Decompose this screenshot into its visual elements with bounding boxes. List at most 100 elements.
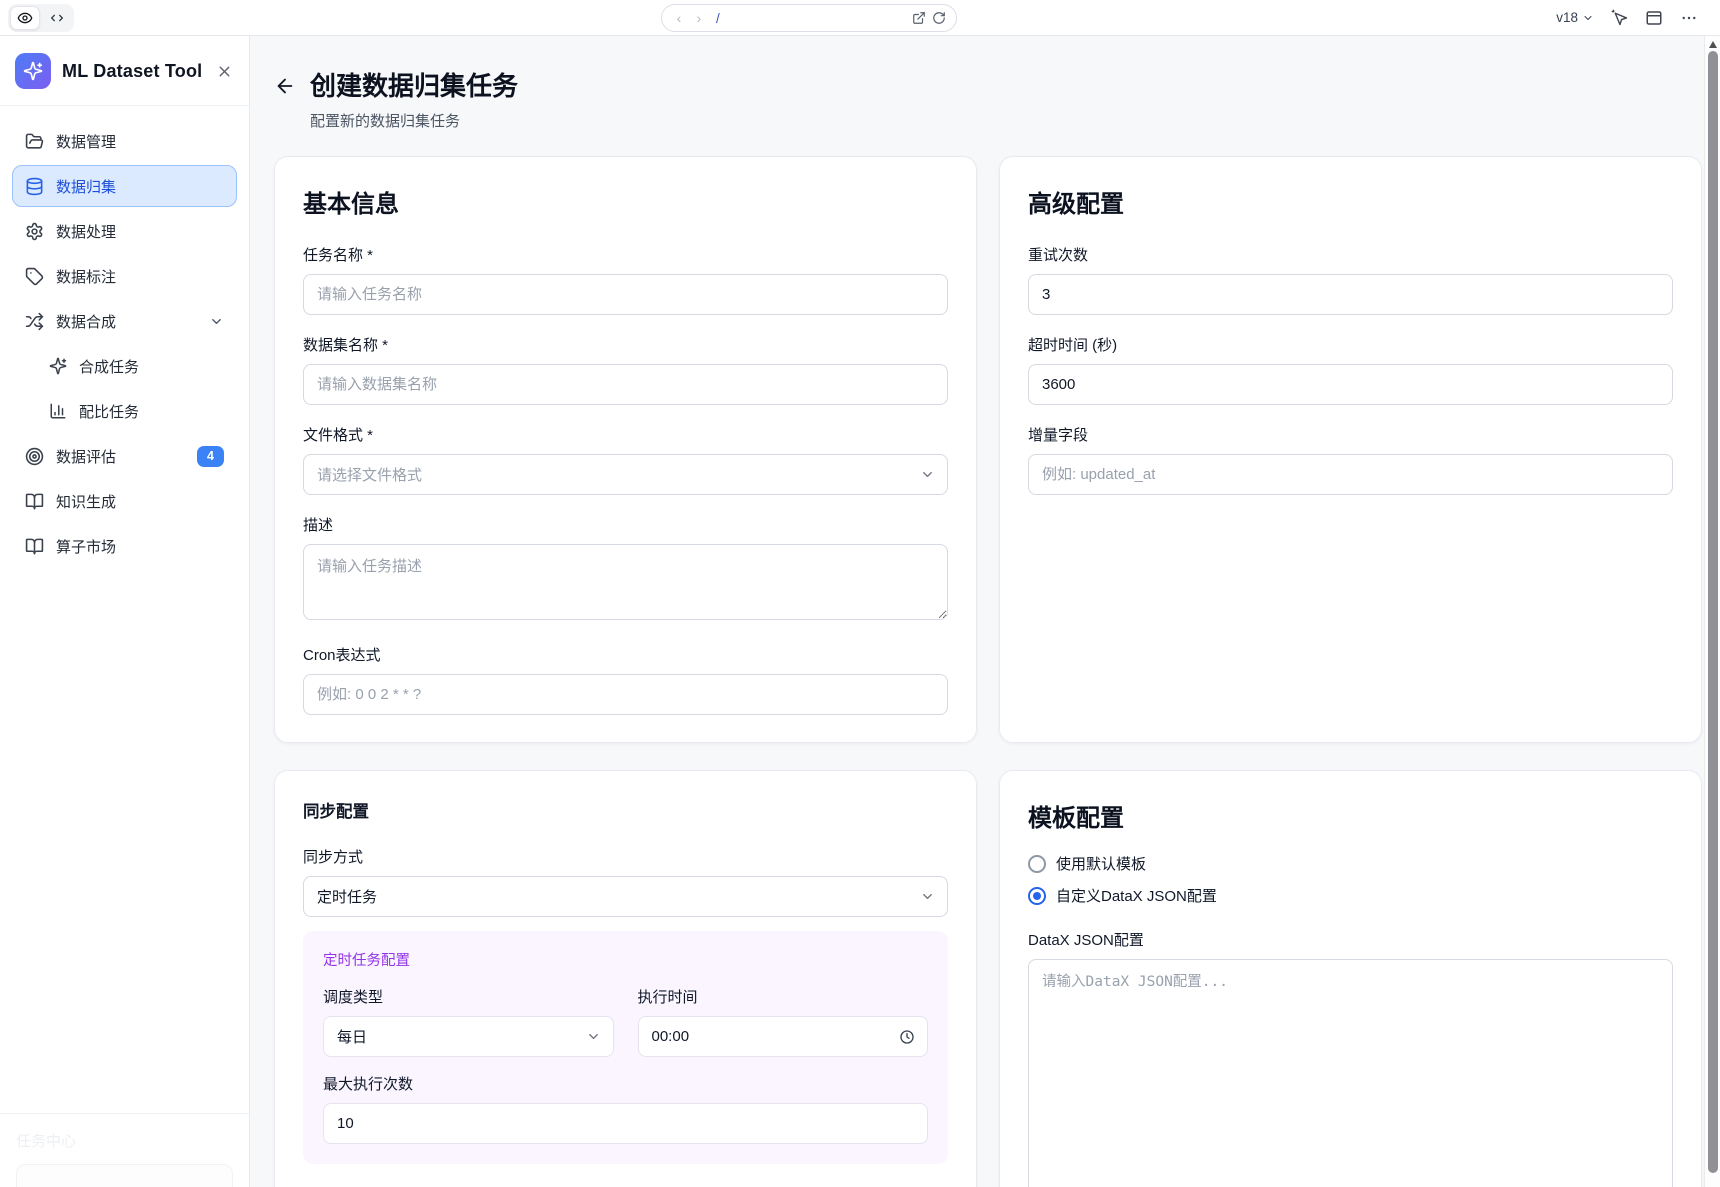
folder-open-icon xyxy=(25,132,44,151)
exec-time-input[interactable]: 00:00 xyxy=(638,1016,929,1057)
radio-default-template-label: 使用默认模板 xyxy=(1056,853,1146,874)
chevron-down-icon xyxy=(1582,12,1594,24)
sidebar-item-knowledge-generation[interactable]: 知识生成 xyxy=(12,480,237,522)
sidebar-header: ML Dataset Tool xyxy=(0,36,249,106)
nav-forward-icon[interactable]: › xyxy=(692,11,706,25)
sidebar-item-data-evaluation[interactable]: 数据评估 4 xyxy=(12,435,237,477)
chevron-down-icon xyxy=(920,889,935,904)
code-view-button[interactable] xyxy=(42,6,72,30)
file-format-label: 文件格式 * xyxy=(303,424,948,445)
datax-json-field: DataX JSON配置 xyxy=(1028,929,1673,1187)
cron-input[interactable] xyxy=(303,674,948,715)
retry-count-input[interactable] xyxy=(1028,274,1673,315)
task-name-input[interactable] xyxy=(303,274,948,315)
timeout-input[interactable] xyxy=(1028,364,1673,405)
sidebar-footer: 任务中心 xyxy=(0,1113,249,1187)
browser-window-icon[interactable] xyxy=(1645,9,1663,27)
sidebar-item-label: 算子市场 xyxy=(56,536,116,557)
back-button[interactable] xyxy=(274,75,296,97)
incremental-field-label: 增量字段 xyxy=(1028,424,1673,445)
form-cards-grid: 基本信息 任务名称 * 数据集名称 * 文件格式 * 请选择文件格式 xyxy=(274,156,1702,1187)
book-icon xyxy=(25,492,44,511)
sidebar-item-label: 数据评估 xyxy=(56,446,116,467)
sidebar: ML Dataset Tool 数据管理 数据归集 xyxy=(0,36,250,1187)
browser-toolbar: ‹ › / v18 xyxy=(0,0,1720,36)
description-textarea[interactable] xyxy=(303,544,948,620)
tag-icon xyxy=(25,267,44,286)
file-format-select[interactable]: 请选择文件格式 xyxy=(303,454,948,495)
nav-back-icon[interactable]: ‹ xyxy=(672,11,686,25)
scrollbar-thumb[interactable] xyxy=(1708,51,1718,1173)
more-menu-icon[interactable] xyxy=(1680,9,1698,27)
bar-chart-icon xyxy=(49,402,67,420)
description-label: 描述 xyxy=(303,514,948,535)
incremental-field-input[interactable] xyxy=(1028,454,1673,495)
page-scrollbar[interactable] xyxy=(1704,36,1720,1187)
target-icon xyxy=(25,447,44,466)
sparkles-icon xyxy=(23,61,43,81)
timeout-label: 超时时间 (秒) xyxy=(1028,334,1673,355)
sidebar-close-button[interactable] xyxy=(216,63,233,80)
sidebar-item-ratio-tasks[interactable]: 配比任务 xyxy=(12,390,237,432)
sidebar-item-label: 数据归集 xyxy=(56,176,116,197)
sidebar-item-synthesis-tasks[interactable]: 合成任务 xyxy=(12,345,237,387)
gear-icon xyxy=(25,222,44,241)
schedule-type-select-value: 每日 xyxy=(337,1026,586,1047)
max-runs-field: 最大执行次数 xyxy=(323,1073,928,1144)
radio-custom-datax[interactable]: 自定义DataX JSON配置 xyxy=(1028,885,1673,906)
template-config-card: 模板配置 使用默认模板 自定义DataX JSON配置 DataX JSON配置 xyxy=(999,770,1702,1187)
cron-label: Cron表达式 xyxy=(303,644,948,665)
version-selector[interactable]: v18 xyxy=(1556,10,1594,25)
datax-json-textarea[interactable] xyxy=(1028,959,1673,1187)
advanced-config-card: 高级配置 重试次数 超时时间 (秒) 增量字段 xyxy=(999,156,1702,743)
schedule-type-field: 调度类型 每日 xyxy=(323,986,614,1057)
preview-eye-button[interactable] xyxy=(10,6,40,30)
sidebar-item-data-management[interactable]: 数据管理 xyxy=(12,120,237,162)
cron-field: Cron表达式 xyxy=(303,644,948,715)
task-name-label: 任务名称 * xyxy=(303,244,948,265)
sidebar-item-label: 合成任务 xyxy=(79,356,139,377)
book-icon xyxy=(25,537,44,556)
template-config-title: 模板配置 xyxy=(1028,798,1673,833)
version-label: v18 xyxy=(1556,10,1578,25)
scheduled-task-grid: 调度类型 每日 执行时间 00:00 xyxy=(323,986,928,1057)
sidebar-item-data-synthesis[interactable]: 数据合成 xyxy=(12,300,237,342)
sync-mode-select[interactable]: 定时任务 xyxy=(303,876,948,917)
sidebar-item-label: 数据合成 xyxy=(56,311,116,332)
exec-time-label: 执行时间 xyxy=(638,986,929,1007)
clock-icon xyxy=(899,1029,915,1045)
retry-count-field: 重试次数 xyxy=(1028,244,1673,315)
scheduled-task-panel-title: 定时任务配置 xyxy=(323,949,928,970)
datax-json-label: DataX JSON配置 xyxy=(1028,929,1673,950)
task-center-box xyxy=(16,1164,233,1187)
radio-default-template[interactable]: 使用默认模板 xyxy=(1028,853,1673,874)
app-logo xyxy=(15,53,51,89)
url-bar[interactable]: ‹ › / xyxy=(661,4,957,32)
task-name-field: 任务名称 * xyxy=(303,244,948,315)
file-format-select-value: 请选择文件格式 xyxy=(317,464,920,485)
schedule-type-select[interactable]: 每日 xyxy=(323,1016,614,1057)
sync-mode-field: 同步方式 定时任务 xyxy=(303,846,948,917)
basic-info-card: 基本信息 任务名称 * 数据集名称 * 文件格式 * 请选择文件格式 xyxy=(274,156,977,743)
sidebar-item-label: 数据处理 xyxy=(56,221,116,242)
app-title: ML Dataset Tool xyxy=(62,61,202,82)
max-runs-input[interactable] xyxy=(323,1103,928,1144)
dataset-name-label: 数据集名称 * xyxy=(303,334,948,355)
page-header: 创建数据归集任务 配置新的数据归集任务 xyxy=(274,66,1702,131)
refresh-icon[interactable] xyxy=(932,11,946,25)
arrow-left-icon xyxy=(274,75,296,97)
pointer-select-icon[interactable] xyxy=(1611,9,1628,26)
sidebar-item-data-collection[interactable]: 数据归集 xyxy=(12,165,237,207)
file-format-field: 文件格式 * 请选择文件格式 xyxy=(303,424,948,495)
code-icon xyxy=(49,10,65,26)
dataset-name-input[interactable] xyxy=(303,364,948,405)
scrollbar-up-arrow[interactable] xyxy=(1709,41,1717,48)
sidebar-item-data-annotation[interactable]: 数据标注 xyxy=(12,255,237,297)
sidebar-item-data-processing[interactable]: 数据处理 xyxy=(12,210,237,252)
retry-count-label: 重试次数 xyxy=(1028,244,1673,265)
notification-badge: 4 xyxy=(197,446,224,467)
page-subtitle: 配置新的数据归集任务 xyxy=(310,110,518,131)
exec-time-value: 00:00 xyxy=(652,1028,900,1045)
sidebar-item-operator-market[interactable]: 算子市场 xyxy=(12,525,237,567)
open-external-icon[interactable] xyxy=(912,11,926,25)
